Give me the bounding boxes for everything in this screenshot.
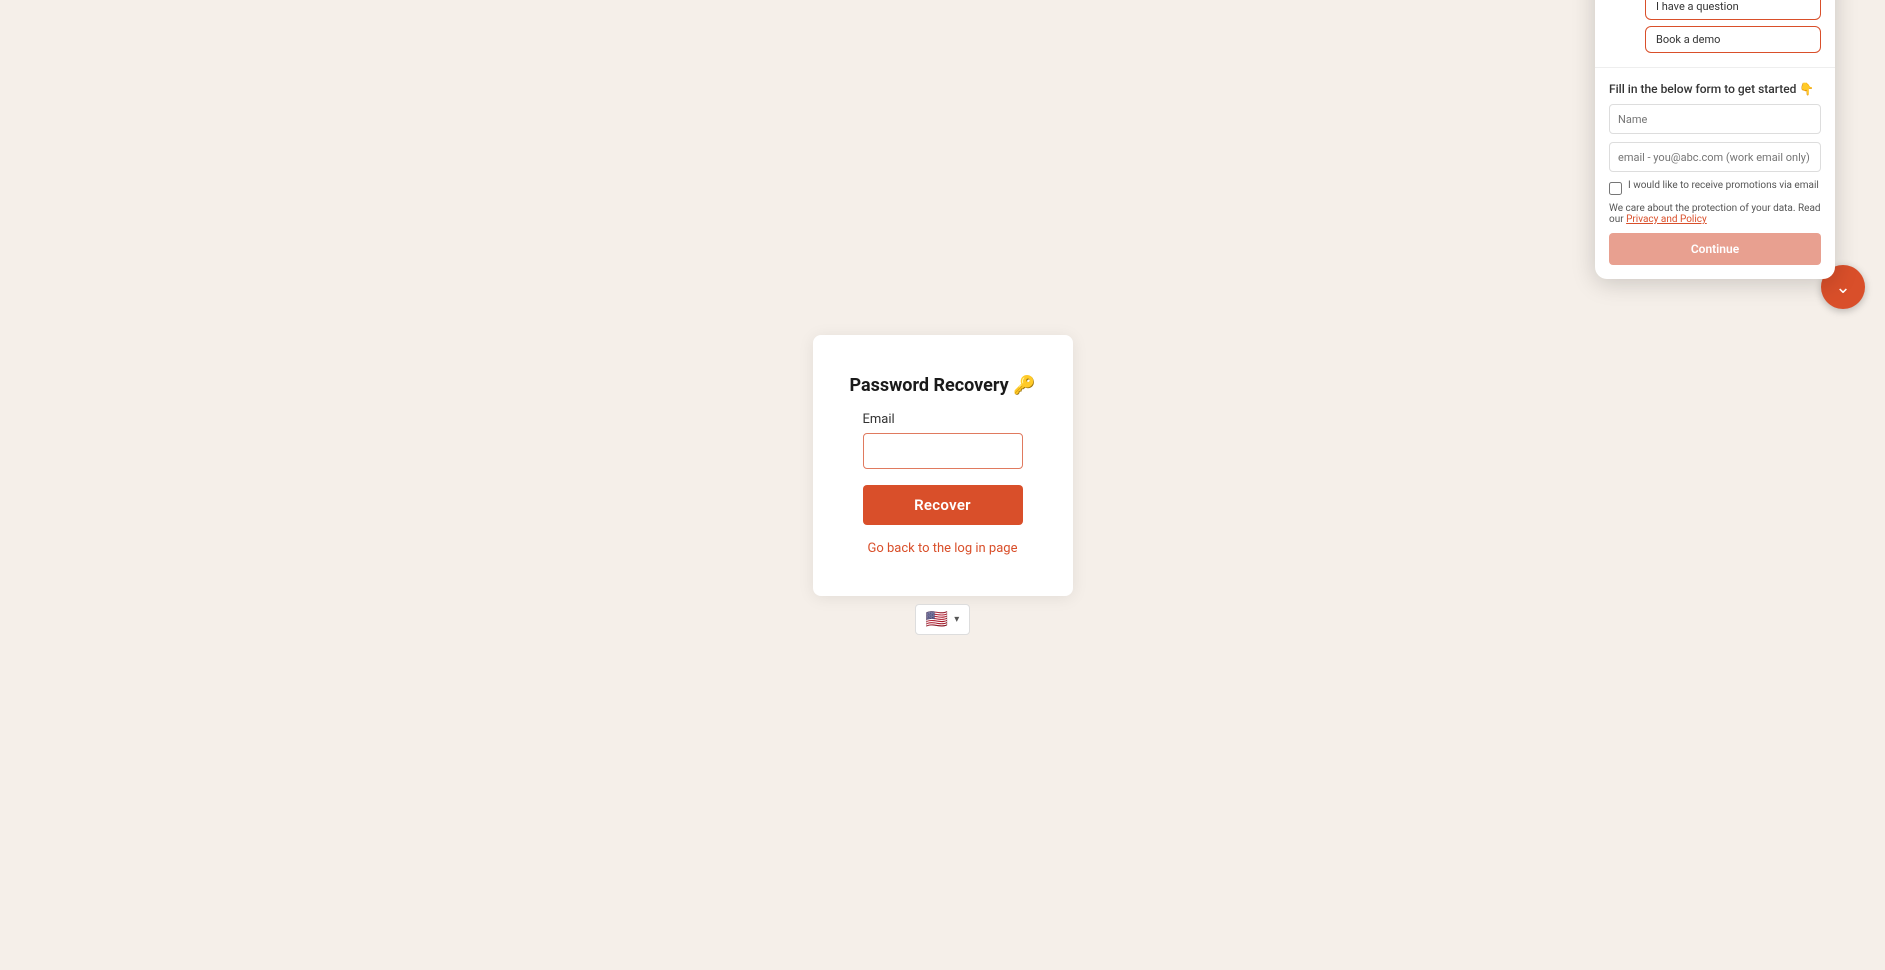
chevron-down-icon: ⌄: [1835, 277, 1850, 298]
recovery-card: Password Recovery 🔑 Email Recover Go bac…: [813, 335, 1073, 596]
chat-form-section: Fill in the below form to get started 👇 …: [1595, 72, 1835, 279]
recover-button[interactable]: Recover: [863, 485, 1023, 525]
quick-reply-question[interactable]: I have a question: [1645, 0, 1821, 20]
email-section: Email: [863, 412, 1023, 469]
chat-quick-replies: I have a question Book a demo: [1609, 0, 1821, 53]
recovery-title: Password Recovery 🔑: [849, 375, 1035, 396]
chat-widget-container: ‹ Customer Service We usually r: [1821, 265, 1865, 309]
quick-reply-demo[interactable]: Book a demo: [1645, 26, 1821, 53]
chat-divider: [1595, 67, 1835, 68]
privacy-policy-link[interactable]: Privacy and Policy: [1626, 214, 1707, 225]
back-to-login-link[interactable]: Go back to the log in page: [867, 541, 1017, 556]
chat-widget: ‹ Customer Service We usually r: [1595, 0, 1835, 279]
chat-form-title: Fill in the below form to get started 👇: [1609, 82, 1821, 96]
chat-body: t Hey there 👋, How can we help you? Than…: [1595, 0, 1835, 63]
chat-email-input[interactable]: [1609, 142, 1821, 172]
promo-checkbox[interactable]: [1609, 182, 1622, 195]
chevron-down-icon: ▾: [954, 614, 959, 625]
chat-name-input[interactable]: [1609, 104, 1821, 134]
chat-checkbox-row: I would like to receive promotions via e…: [1609, 180, 1821, 195]
promo-label: I would like to receive promotions via e…: [1628, 180, 1819, 191]
language-selector[interactable]: 🇺🇸 ▾: [915, 604, 970, 635]
flag-icon: 🇺🇸: [926, 609, 948, 630]
chat-continue-button[interactable]: Continue: [1609, 233, 1821, 265]
email-label: Email: [863, 412, 1023, 427]
email-input[interactable]: [863, 433, 1023, 469]
chat-privacy-text: We care about the protection of your dat…: [1609, 203, 1821, 225]
